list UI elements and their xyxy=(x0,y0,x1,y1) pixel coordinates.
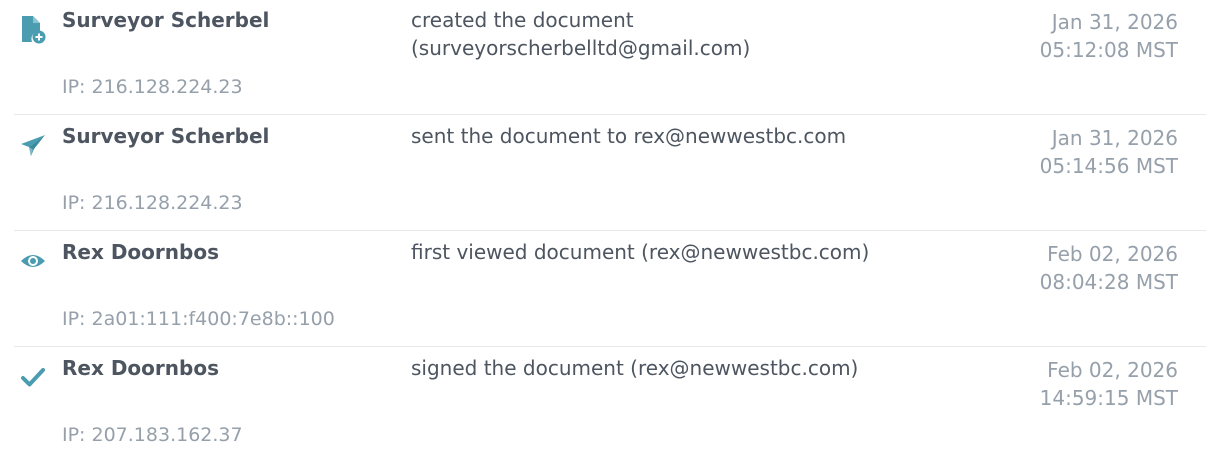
event-date: Jan 31, 2026 xyxy=(1051,126,1178,150)
actor-name: Surveyor Scherbel xyxy=(62,124,270,148)
event-timestamp: Feb 02, 2026 14:59:15 MST xyxy=(1040,356,1178,412)
event-time: 14:59:15 MST xyxy=(1039,386,1178,410)
ip-address: IP: 216.128.224.23 xyxy=(62,192,243,214)
action-description: first viewed document (rex@newwestbc.com… xyxy=(411,238,931,266)
action-line: signed the document (rex@newwestbc.com) xyxy=(411,356,859,380)
action-line: sent the document to rex@newwestbc.com xyxy=(411,124,847,148)
action-description: signed the document (rex@newwestbc.com) xyxy=(411,354,931,382)
action-line: (surveyorscherbelltd@gmail.com) xyxy=(411,36,751,60)
event-time: 08:04:28 MST xyxy=(1039,270,1178,294)
event-time: 05:14:56 MST xyxy=(1039,154,1178,178)
audit-event: Rex Doornbos signed the document (rex@ne… xyxy=(0,348,1206,464)
event-time: 05:12:08 MST xyxy=(1039,38,1178,62)
actor-name: Rex Doornbos xyxy=(62,240,219,264)
audit-event: Surveyor Scherbel sent the document to r… xyxy=(0,116,1206,232)
audit-trail-list: Surveyor Scherbel created the document (… xyxy=(0,0,1206,460)
event-timestamp: Jan 31, 2026 05:14:56 MST xyxy=(1040,124,1178,180)
actor-name: Rex Doornbos xyxy=(62,356,219,380)
ip-address: IP: 2a01:111:f400:7e8b::100 xyxy=(62,308,335,330)
ip-address: IP: 216.128.224.23 xyxy=(62,76,243,98)
paper-plane-icon xyxy=(16,128,50,162)
actor-name: Surveyor Scherbel xyxy=(62,8,270,32)
action-line: first viewed document (rex@newwestbc.com… xyxy=(411,240,870,264)
row-divider xyxy=(14,346,1206,347)
eye-icon xyxy=(16,244,50,278)
action-description: sent the document to rex@newwestbc.com xyxy=(411,122,931,150)
audit-event: Surveyor Scherbel created the document (… xyxy=(0,0,1206,116)
action-line: created the document xyxy=(411,8,634,32)
event-date: Feb 02, 2026 xyxy=(1047,242,1178,266)
event-date: Jan 31, 2026 xyxy=(1051,10,1178,34)
row-divider xyxy=(14,114,1206,115)
event-timestamp: Jan 31, 2026 05:12:08 MST xyxy=(1040,8,1178,64)
audit-event: Rex Doornbos first viewed document (rex@… xyxy=(0,232,1206,348)
action-description: created the document (surveyorscherbellt… xyxy=(411,6,931,62)
event-timestamp: Feb 02, 2026 08:04:28 MST xyxy=(1040,240,1178,296)
event-date: Feb 02, 2026 xyxy=(1047,358,1178,382)
row-divider xyxy=(14,230,1206,231)
ip-address: IP: 207.183.162.37 xyxy=(62,424,243,446)
document-add-icon xyxy=(16,12,50,46)
checkmark-icon xyxy=(16,360,50,394)
